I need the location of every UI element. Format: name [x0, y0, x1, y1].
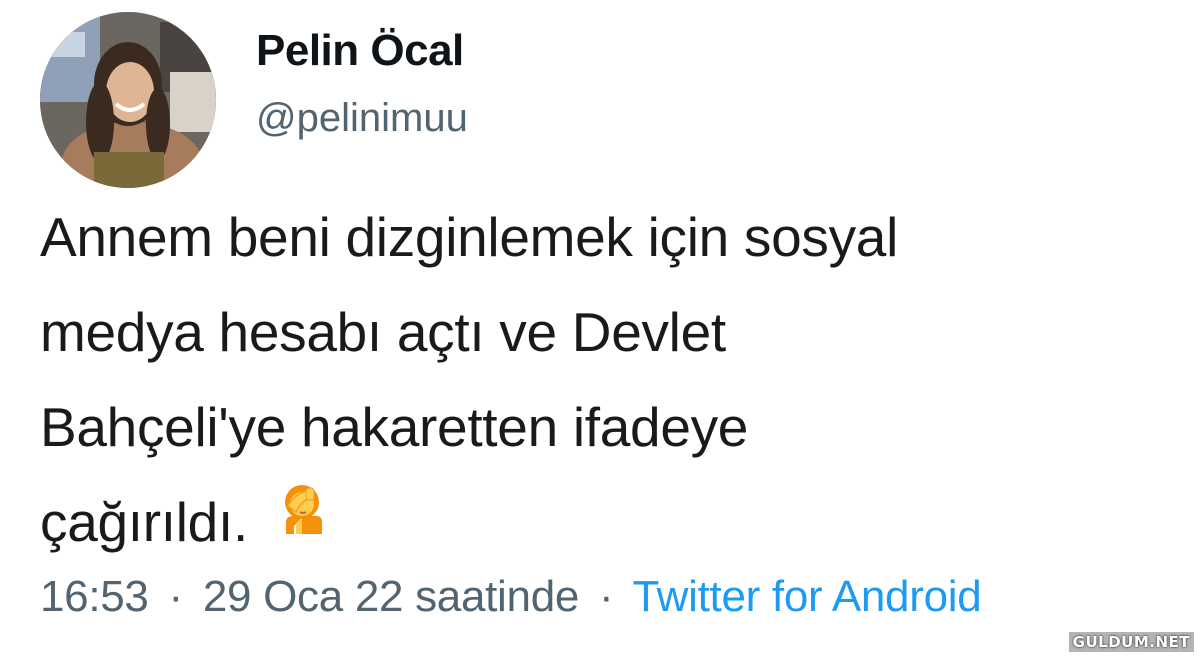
meta-separator: ·: [168, 572, 184, 621]
tweet-card: Pelin Öcal @pelinimuu Annem beni dizginl…: [0, 0, 1200, 658]
tweet-source-link[interactable]: Twitter for Android: [633, 572, 982, 621]
tweet-text-line: Bahçeli'ye hakaretten ifadeye: [40, 396, 749, 458]
tweet-time[interactable]: 16:53: [40, 572, 149, 621]
tweet-date[interactable]: 29 Oca 22 saatinde: [203, 572, 580, 621]
site-watermark: GULDUM.NET: [1068, 632, 1194, 652]
author-display-name[interactable]: Pelin Öcal: [256, 26, 464, 76]
tweet-text-line: Annem beni dizginlemek için sosyal: [40, 206, 899, 268]
tweet-text-line: çağırıldı.: [40, 491, 248, 553]
avatar[interactable]: [40, 12, 216, 188]
avatar-photo: [40, 12, 216, 188]
woman-facepalming-emoji-icon: [272, 472, 334, 567]
tweet-meta: 16:53 · 29 Oca 22 saatinde · Twitter for…: [40, 572, 982, 622]
tweet-text-line: medya hesabı açtı ve Devlet: [40, 301, 726, 363]
tweet-text-last-line: çağırıldı.: [40, 475, 1170, 570]
tweet-text: Annem beni dizginlemek için sosyal medya…: [40, 190, 1170, 570]
meta-separator: ·: [599, 572, 614, 621]
author-handle[interactable]: @pelinimuu: [256, 96, 468, 141]
